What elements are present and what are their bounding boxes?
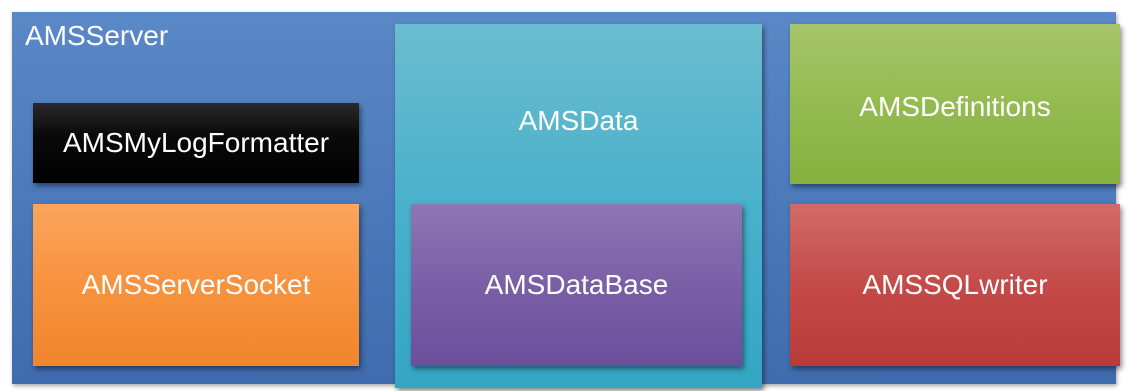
amsdatabase-box: AMSDataBase xyxy=(411,204,742,366)
amsmylogformatter-label: AMSMyLogFormatter xyxy=(62,127,330,158)
amsserversocket-box: AMSServerSocket xyxy=(33,204,359,366)
amsdefinitions-box: AMSDefinitions xyxy=(790,24,1120,184)
amsdatabase-label: AMSDataBase xyxy=(484,269,669,300)
amsdefinitions-label: AMSDefinitions xyxy=(859,91,1051,122)
amsserversocket-label: AMSServerSocket xyxy=(81,269,311,300)
container-title: AMSServer xyxy=(25,20,169,51)
amsmylogformatter-box: AMSMyLogFormatter xyxy=(33,103,359,183)
amssqlwriter-label: AMSSQLwriter xyxy=(862,269,1048,300)
amssqlwriter-box: AMSSQLwriter xyxy=(790,204,1120,366)
amsdata-label: AMSData xyxy=(518,105,639,136)
amsserver-container: AMSServer AMSMyLogFormatter AMSServerSoc… xyxy=(12,12,1120,388)
